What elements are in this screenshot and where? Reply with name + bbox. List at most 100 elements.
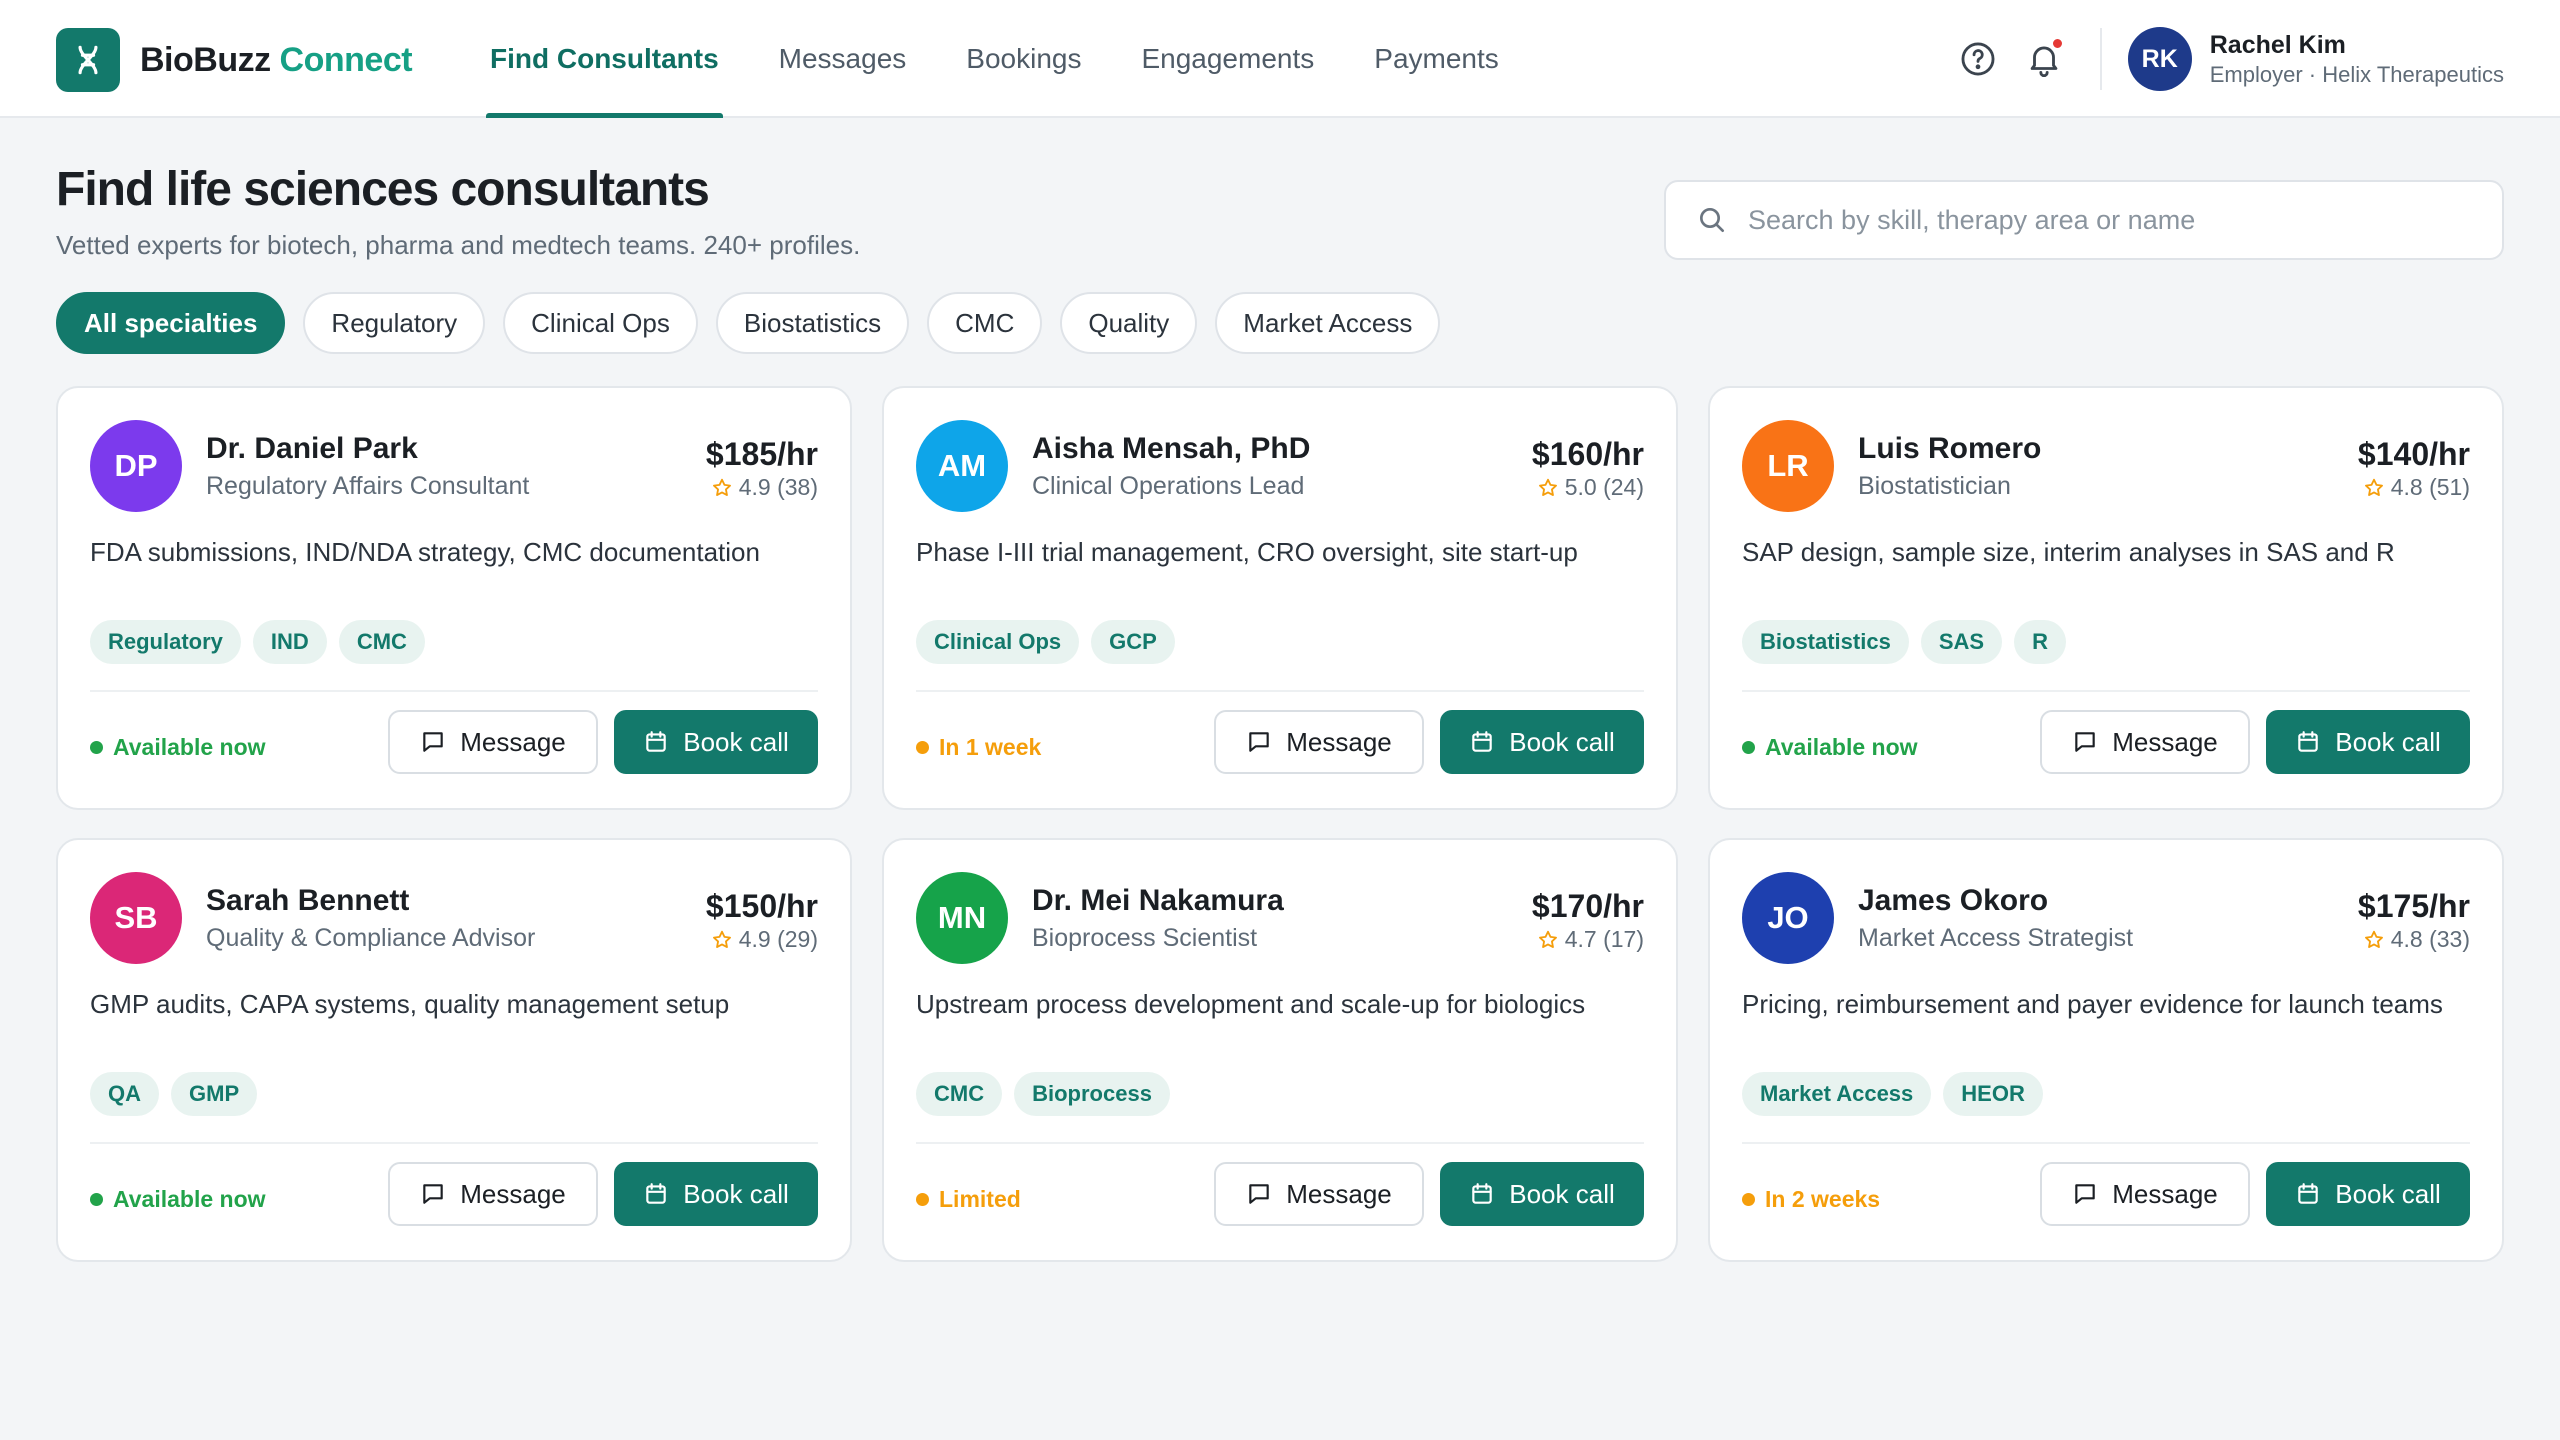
skill-tag[interactable]: GCP	[1091, 620, 1175, 664]
book-call-button[interactable]: Book call	[614, 710, 818, 774]
rating: 5.0 (24)	[1537, 474, 1644, 501]
hourly-rate: $185/hr	[705, 436, 818, 472]
consultant-name[interactable]: Dr. Mei Nakamura	[1032, 884, 1284, 918]
chat-icon	[423, 1184, 443, 1204]
card-divider	[1742, 690, 2470, 692]
nav-bookings[interactable]: Bookings	[962, 0, 1085, 118]
consultant-card[interactable]: SB Sarah Bennett Quality & Compliance Ad…	[56, 838, 852, 1262]
consultant-title: Clinical Operations Lead	[1032, 472, 1305, 500]
brand-name: BioBuzz Connect	[140, 41, 413, 80]
rating-value: 4.9 (38)	[738, 474, 818, 500]
skill-tag[interactable]: Clinical Ops	[916, 620, 1080, 664]
book-call-button[interactable]: Book call	[614, 1162, 818, 1226]
consultant-card[interactable]: MN Dr. Mei Nakamura Bioprocess Scientist…	[882, 838, 1678, 1262]
consultant-name[interactable]: James Okoro	[1858, 884, 2048, 918]
brand[interactable]: BioBuzz Connect	[56, 28, 413, 92]
skill-tag[interactable]: HEOR	[1943, 1072, 2043, 1116]
search-box[interactable]	[1664, 180, 2504, 260]
notification-dot	[2050, 37, 2064, 50]
skill-tag[interactable]: R	[2014, 620, 2066, 664]
filter-market-access[interactable]: Market Access	[1215, 292, 1441, 354]
nav-messages[interactable]: Messages	[775, 0, 911, 118]
chat-icon	[2075, 732, 2095, 752]
skill-tag[interactable]: QA	[90, 1072, 159, 1116]
help-icon	[1961, 42, 1995, 76]
availability-status: Available now	[90, 734, 266, 761]
page-subtitle: Vetted experts for biotech, pharma and m…	[56, 230, 861, 260]
skill-tag[interactable]: CMC	[338, 620, 425, 664]
skill-tag[interactable]: GMP	[171, 1072, 258, 1116]
skill-tags: Clinical Ops GCP	[916, 620, 1187, 664]
consultant-title: Quality & Compliance Advisor	[206, 924, 536, 952]
consultant-card[interactable]: DP Dr. Daniel Park Regulatory Affairs Co…	[56, 386, 852, 810]
consultant-title: Regulatory Affairs Consultant	[206, 472, 530, 500]
availability-label: In 2 weeks	[1765, 1186, 1881, 1212]
skill-tag[interactable]: Regulatory	[90, 620, 241, 664]
nav-payments[interactable]: Payments	[1370, 0, 1503, 118]
book-call-button[interactable]: Book call	[1440, 1162, 1644, 1226]
consultant-description: FDA submissions, IND/NDA strategy, CMC d…	[90, 537, 760, 567]
availability-dot	[90, 1193, 103, 1206]
rating: 4.9 (29)	[711, 926, 818, 953]
consultant-title: Biostatistician	[1858, 472, 2011, 500]
book-call-button[interactable]: Book call	[1440, 710, 1644, 774]
card-actions: Message Book call	[388, 1162, 818, 1226]
book-call-button[interactable]: Book call	[2266, 1162, 2470, 1226]
skill-tag[interactable]: Bioprocess	[1014, 1072, 1170, 1116]
skill-tag[interactable]: IND	[252, 620, 327, 664]
message-button-label: Message	[460, 1178, 566, 1209]
filter-all-specialties[interactable]: All specialties	[56, 292, 286, 354]
consultant-avatar: LR	[1742, 420, 1834, 512]
book-call-button-label: Book call	[1509, 726, 1615, 757]
notifications-button[interactable]	[2018, 33, 2070, 85]
calendar-icon	[2298, 1183, 2318, 1204]
message-button[interactable]: Message	[1214, 1162, 1424, 1226]
skill-tag[interactable]: SAS	[1920, 620, 2003, 664]
book-call-button-label: Book call	[1509, 1178, 1615, 1209]
search-input[interactable]	[1748, 204, 2448, 236]
help-button[interactable]	[1952, 33, 2004, 85]
consultant-name[interactable]: Aisha Mensah, PhD	[1032, 432, 1310, 466]
consultant-card[interactable]: JO James Okoro Market Access Strategist …	[1708, 838, 2504, 1262]
consultant-name[interactable]: Dr. Daniel Park	[206, 432, 418, 466]
card-actions: Message Book call	[1214, 710, 1644, 774]
filter-cmc[interactable]: CMC	[927, 292, 1043, 354]
filter-regulatory[interactable]: Regulatory	[303, 292, 486, 354]
message-button[interactable]: Message	[2040, 1162, 2250, 1226]
consultant-name[interactable]: Sarah Bennett	[206, 884, 409, 918]
filter-clinical-ops[interactable]: Clinical Ops	[503, 292, 698, 354]
nav-engagements[interactable]: Engagements	[1137, 0, 1318, 118]
nav-find-consultants[interactable]: Find Consultants	[486, 0, 723, 118]
star-icon	[712, 930, 731, 948]
hourly-rate: $175/hr	[2357, 888, 2470, 924]
availability-dot	[1742, 741, 1755, 754]
rating-value: 4.7 (17)	[1564, 926, 1644, 952]
filter-quality[interactable]: Quality	[1060, 292, 1198, 354]
specialty-filters: All specialties Regulatory Clinical Ops …	[56, 292, 1458, 354]
message-button[interactable]: Message	[1214, 710, 1424, 774]
message-button-label: Message	[1286, 1178, 1392, 1209]
book-call-button[interactable]: Book call	[2266, 710, 2470, 774]
filter-biostatistics[interactable]: Biostatistics	[715, 292, 910, 354]
star-icon	[1538, 930, 1557, 948]
card-actions: Message Book call	[2040, 1162, 2470, 1226]
chat-icon	[1249, 1184, 1269, 1204]
divider	[2099, 28, 2102, 90]
skill-tags: Biostatistics SAS R	[1742, 620, 2078, 664]
consultant-card[interactable]: AM Aisha Mensah, PhD Clinical Operations…	[882, 386, 1678, 810]
skill-tags: Regulatory IND CMC	[90, 620, 437, 664]
skill-tag[interactable]: CMC	[916, 1072, 1003, 1116]
availability-label: In 1 week	[939, 734, 1042, 760]
consultant-card[interactable]: LR Luis Romero Biostatistician $140/hr 4…	[1708, 386, 2504, 810]
message-button[interactable]: Message	[388, 710, 598, 774]
consultant-name[interactable]: Luis Romero	[1858, 432, 2041, 466]
message-button[interactable]: Message	[388, 1162, 598, 1226]
user-avatar[interactable]: RK	[2127, 27, 2192, 91]
rating: 4.7 (17)	[1537, 926, 1644, 953]
search-icon	[1700, 208, 1724, 232]
user-info[interactable]: Rachel Kim Employer · Helix Therapeutics	[2210, 31, 2504, 88]
skill-tag[interactable]: Market Access	[1742, 1072, 1932, 1116]
message-button[interactable]: Message	[2040, 710, 2250, 774]
skill-tag[interactable]: Biostatistics	[1742, 620, 1909, 664]
hourly-rate: $160/hr	[1531, 436, 1644, 472]
